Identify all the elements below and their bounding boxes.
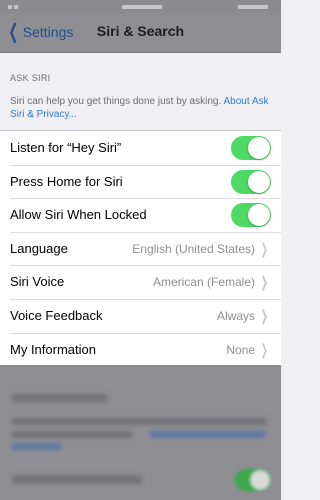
siri-settings-group: Listen for “Hey Siri” Press Home for Sir… bbox=[0, 130, 281, 368]
page-title: Siri & Search bbox=[96, 23, 185, 39]
blurred-toggle bbox=[235, 469, 271, 491]
clock bbox=[122, 5, 162, 9]
row-value: English (United States) bbox=[132, 241, 255, 256]
press-home-row: Press Home for Siri bbox=[0, 164, 281, 199]
language-row[interactable]: Language English (United States) ❯ bbox=[0, 231, 281, 266]
allow-when-locked-row: Allow Siri When Locked bbox=[0, 198, 281, 232]
chevron-right-icon: ❯ bbox=[260, 307, 269, 325]
row-label: Siri Voice bbox=[10, 274, 65, 290]
row-value: American (Female) bbox=[152, 275, 255, 290]
chevron-right-icon: ❯ bbox=[260, 274, 269, 292]
allow-when-locked-toggle[interactable] bbox=[231, 203, 271, 228]
toggle-knob bbox=[248, 137, 270, 159]
row-value: Always bbox=[216, 308, 255, 323]
press-home-toggle[interactable] bbox=[231, 169, 271, 194]
my-information-row[interactable]: My Information None ❯ bbox=[0, 332, 281, 367]
signal-icon bbox=[8, 5, 12, 9]
status-bar bbox=[0, 0, 281, 14]
battery-icon bbox=[238, 5, 268, 9]
row-label: Listen for “Hey Siri” bbox=[10, 140, 122, 155]
blurred-link bbox=[12, 443, 62, 450]
dimmed-blurred-region bbox=[0, 365, 281, 500]
navigation-bar: ❮ Settings Siri & Search bbox=[0, 14, 281, 53]
section-header: ASK SIRI bbox=[0, 64, 281, 89]
blurred-text bbox=[12, 418, 267, 425]
row-label: Press Home for Siri bbox=[10, 173, 123, 189]
blurred-link bbox=[150, 431, 265, 438]
chevron-right-icon: ❯ bbox=[260, 240, 269, 258]
blurred-header bbox=[12, 394, 107, 402]
signal-icon bbox=[14, 5, 18, 9]
hey-siri-row: Listen for “Hey Siri” bbox=[0, 131, 281, 165]
toggle-knob bbox=[248, 204, 270, 227]
row-label: Language bbox=[10, 240, 68, 256]
chevron-right-icon: ❯ bbox=[260, 341, 269, 359]
row-value: None bbox=[226, 342, 255, 357]
hey-siri-toggle[interactable] bbox=[231, 136, 271, 160]
blurred-row-label bbox=[12, 475, 142, 484]
section-header-label: ASK SIRI bbox=[10, 73, 51, 83]
voice-feedback-row[interactable]: Voice Feedback Always ❯ bbox=[0, 298, 281, 333]
row-label: Voice Feedback bbox=[10, 307, 103, 323]
section-description: Siri can help you get things done just b… bbox=[10, 95, 272, 121]
toggle-knob bbox=[250, 470, 270, 490]
section-description-text: Siri can help you get things done just b… bbox=[10, 96, 224, 107]
row-label: My Information bbox=[10, 341, 96, 357]
row-label: Allow Siri When Locked bbox=[10, 207, 147, 223]
toggle-knob bbox=[248, 170, 270, 193]
blurred-text bbox=[12, 431, 132, 438]
siri-voice-row[interactable]: Siri Voice American (Female) ❯ bbox=[0, 265, 281, 299]
